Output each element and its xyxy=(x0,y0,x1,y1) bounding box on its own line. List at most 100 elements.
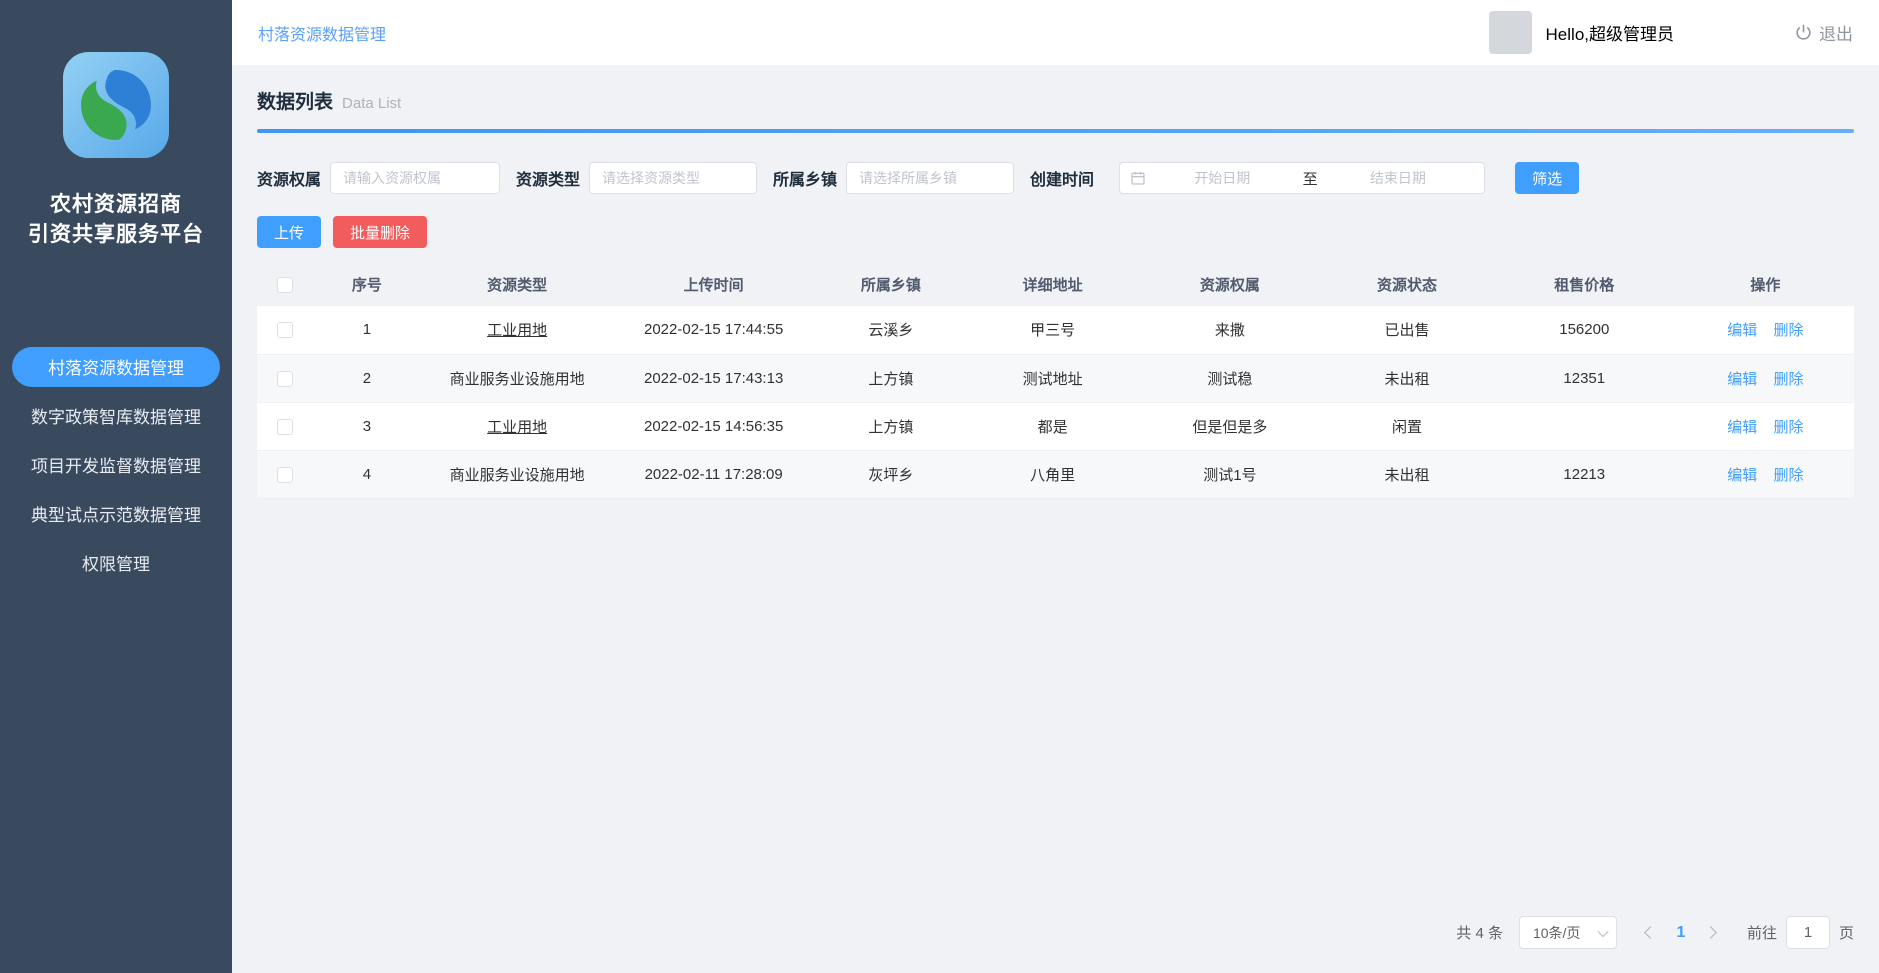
cell-town: 灰坪乡 xyxy=(814,450,968,498)
start-date-input[interactable] xyxy=(1146,170,1299,186)
page-title: 数据列表 xyxy=(257,87,333,114)
column-time: 上传时间 xyxy=(613,262,813,306)
delete-link[interactable]: 删除 xyxy=(1773,419,1803,436)
sidebar-menu: 村落资源数据管理 数字政策智库数据管理 项目开发监督数据管理 典型试点示范数据管… xyxy=(0,347,232,592)
next-page-button[interactable] xyxy=(1697,928,1725,937)
calendar-icon xyxy=(1130,170,1146,186)
cell-time: 2022-02-11 17:28:09 xyxy=(613,450,813,498)
sidebar-item-label: 典型试点示范数据管理 xyxy=(31,501,201,526)
top-header: 村落资源数据管理 Hello,超级管理员 退出 xyxy=(232,0,1879,65)
main-area: 村落资源数据管理 Hello,超级管理员 退出 数据列表 Data List 资… xyxy=(232,0,1879,973)
upload-button[interactable]: 上传 xyxy=(257,216,321,248)
delete-link[interactable]: 删除 xyxy=(1773,322,1803,339)
column-price: 租售价格 xyxy=(1492,262,1677,306)
type-filter-label: 资源类型 xyxy=(516,166,580,190)
sidebar-item[interactable]: 项目开发监督数据管理 xyxy=(12,445,220,485)
table-header-row: 序号 资源类型 上传时间 所属乡镇 详细地址 资源权属 资源状态 租售价格 操作 xyxy=(257,262,1854,306)
platform-logo-icon xyxy=(63,52,169,158)
row-checkbox[interactable] xyxy=(277,322,293,338)
ownership-filter-label: 资源权属 xyxy=(257,166,321,190)
toolbar: 上传 批量删除 xyxy=(257,216,1854,248)
date-range-picker[interactable]: 至 xyxy=(1119,162,1485,194)
filter-button[interactable]: 筛选 xyxy=(1515,162,1579,194)
cell-status: 已出售 xyxy=(1322,306,1492,354)
cell-seq: 2 xyxy=(313,354,421,402)
table-row: 3 工业用地 2022-02-15 14:56:35 上方镇 都是 但是但是多 … xyxy=(257,402,1854,450)
cell-price: 12351 xyxy=(1492,354,1677,402)
row-checkbox[interactable] xyxy=(277,467,293,483)
breadcrumb[interactable]: 村落资源数据管理 xyxy=(258,21,386,45)
chevron-down-icon xyxy=(1597,925,1608,936)
sidebar: 农村资源招商 引资共享服务平台 村落资源数据管理 数字政策智库数据管理 项目开发… xyxy=(0,0,232,973)
cell-address: 八角里 xyxy=(968,450,1138,498)
batch-delete-button[interactable]: 批量删除 xyxy=(333,216,427,248)
delete-link[interactable]: 删除 xyxy=(1773,467,1803,484)
column-address: 详细地址 xyxy=(968,262,1138,306)
end-date-input[interactable] xyxy=(1322,170,1475,186)
row-checkbox[interactable] xyxy=(277,419,293,435)
user-greeting: Hello,超级管理员 xyxy=(1546,20,1674,45)
column-ownership: 资源权属 xyxy=(1137,262,1322,306)
cell-address: 甲三号 xyxy=(968,306,1138,354)
cell-time: 2022-02-15 17:44:55 xyxy=(613,306,813,354)
page-unit-label: 页 xyxy=(1839,922,1854,943)
content: 数据列表 Data List 资源权属 资源类型 所属乡镇 创建时间 至 筛 xyxy=(232,65,1879,973)
chevron-right-icon xyxy=(1705,926,1718,939)
sidebar-item-label: 数字政策智库数据管理 xyxy=(31,403,201,428)
sidebar-item[interactable]: 数字政策智库数据管理 xyxy=(12,396,220,436)
sidebar-item-label: 权限管理 xyxy=(82,550,150,575)
edit-link[interactable]: 编辑 xyxy=(1727,467,1757,484)
content-spacer xyxy=(257,499,1854,917)
current-page[interactable]: 1 xyxy=(1665,924,1697,942)
avatar[interactable] xyxy=(1489,11,1532,54)
created-filter-label: 创建时间 xyxy=(1030,166,1094,190)
table-row: 1 工业用地 2022-02-15 17:44:55 云溪乡 甲三号 来撒 已出… xyxy=(257,306,1854,354)
sidebar-item[interactable]: 权限管理 xyxy=(12,543,220,583)
type-filter-select[interactable] xyxy=(589,162,757,194)
edit-link[interactable]: 编辑 xyxy=(1727,371,1757,388)
page-subtitle: Data List xyxy=(342,95,401,112)
column-seq: 序号 xyxy=(313,262,421,306)
edit-link[interactable]: 编辑 xyxy=(1727,322,1757,339)
row-checkbox[interactable] xyxy=(277,371,293,387)
user-area: Hello,超级管理员 退出 xyxy=(1489,11,1853,54)
cell-town: 云溪乡 xyxy=(814,306,968,354)
edit-link[interactable]: 编辑 xyxy=(1727,419,1757,436)
cell-price: 12213 xyxy=(1492,450,1677,498)
title-divider xyxy=(257,129,1854,133)
cell-type[interactable]: 工业用地 xyxy=(421,306,614,354)
page-title-row: 数据列表 Data List xyxy=(257,65,1854,114)
column-status: 资源状态 xyxy=(1322,262,1492,306)
power-icon xyxy=(1794,23,1813,42)
chevron-left-icon xyxy=(1645,926,1658,939)
page-size-select[interactable]: 10条/页 xyxy=(1519,916,1617,949)
select-all-checkbox[interactable] xyxy=(277,277,293,293)
cell-time: 2022-02-15 17:43:13 xyxy=(613,354,813,402)
cell-ownership: 测试稳 xyxy=(1137,354,1322,402)
delete-link[interactable]: 删除 xyxy=(1773,371,1803,388)
cell-ownership: 测试1号 xyxy=(1137,450,1322,498)
cell-price xyxy=(1492,402,1677,450)
cell-type[interactable]: 工业用地 xyxy=(421,402,614,450)
goto-page-input[interactable] xyxy=(1786,916,1830,949)
logout-button[interactable]: 退出 xyxy=(1794,20,1853,45)
sidebar-item[interactable]: 村落资源数据管理 xyxy=(12,347,220,387)
cell-price: 156200 xyxy=(1492,306,1677,354)
column-actions: 操作 xyxy=(1677,262,1854,306)
cell-seq: 3 xyxy=(313,402,421,450)
table-row: 4 商业服务业设施用地 2022-02-11 17:28:09 灰坪乡 八角里 … xyxy=(257,450,1854,498)
cell-address: 测试地址 xyxy=(968,354,1138,402)
cell-ownership: 来撒 xyxy=(1137,306,1322,354)
town-filter-select[interactable] xyxy=(846,162,1014,194)
goto-label: 前往 xyxy=(1747,922,1777,943)
sidebar-item[interactable]: 典型试点示范数据管理 xyxy=(12,494,220,534)
cell-town: 上方镇 xyxy=(814,354,968,402)
cell-ownership: 但是但是多 xyxy=(1137,402,1322,450)
page-size-value: 10条/页 xyxy=(1533,923,1580,943)
table-row: 2 商业服务业设施用地 2022-02-15 17:43:13 上方镇 测试地址… xyxy=(257,354,1854,402)
ownership-filter-input[interactable] xyxy=(330,162,500,194)
cell-type: 商业服务业设施用地 xyxy=(421,450,614,498)
table-body: 1 工业用地 2022-02-15 17:44:55 云溪乡 甲三号 来撒 已出… xyxy=(257,306,1854,498)
cell-status: 未出租 xyxy=(1322,354,1492,402)
prev-page-button[interactable] xyxy=(1637,928,1665,937)
